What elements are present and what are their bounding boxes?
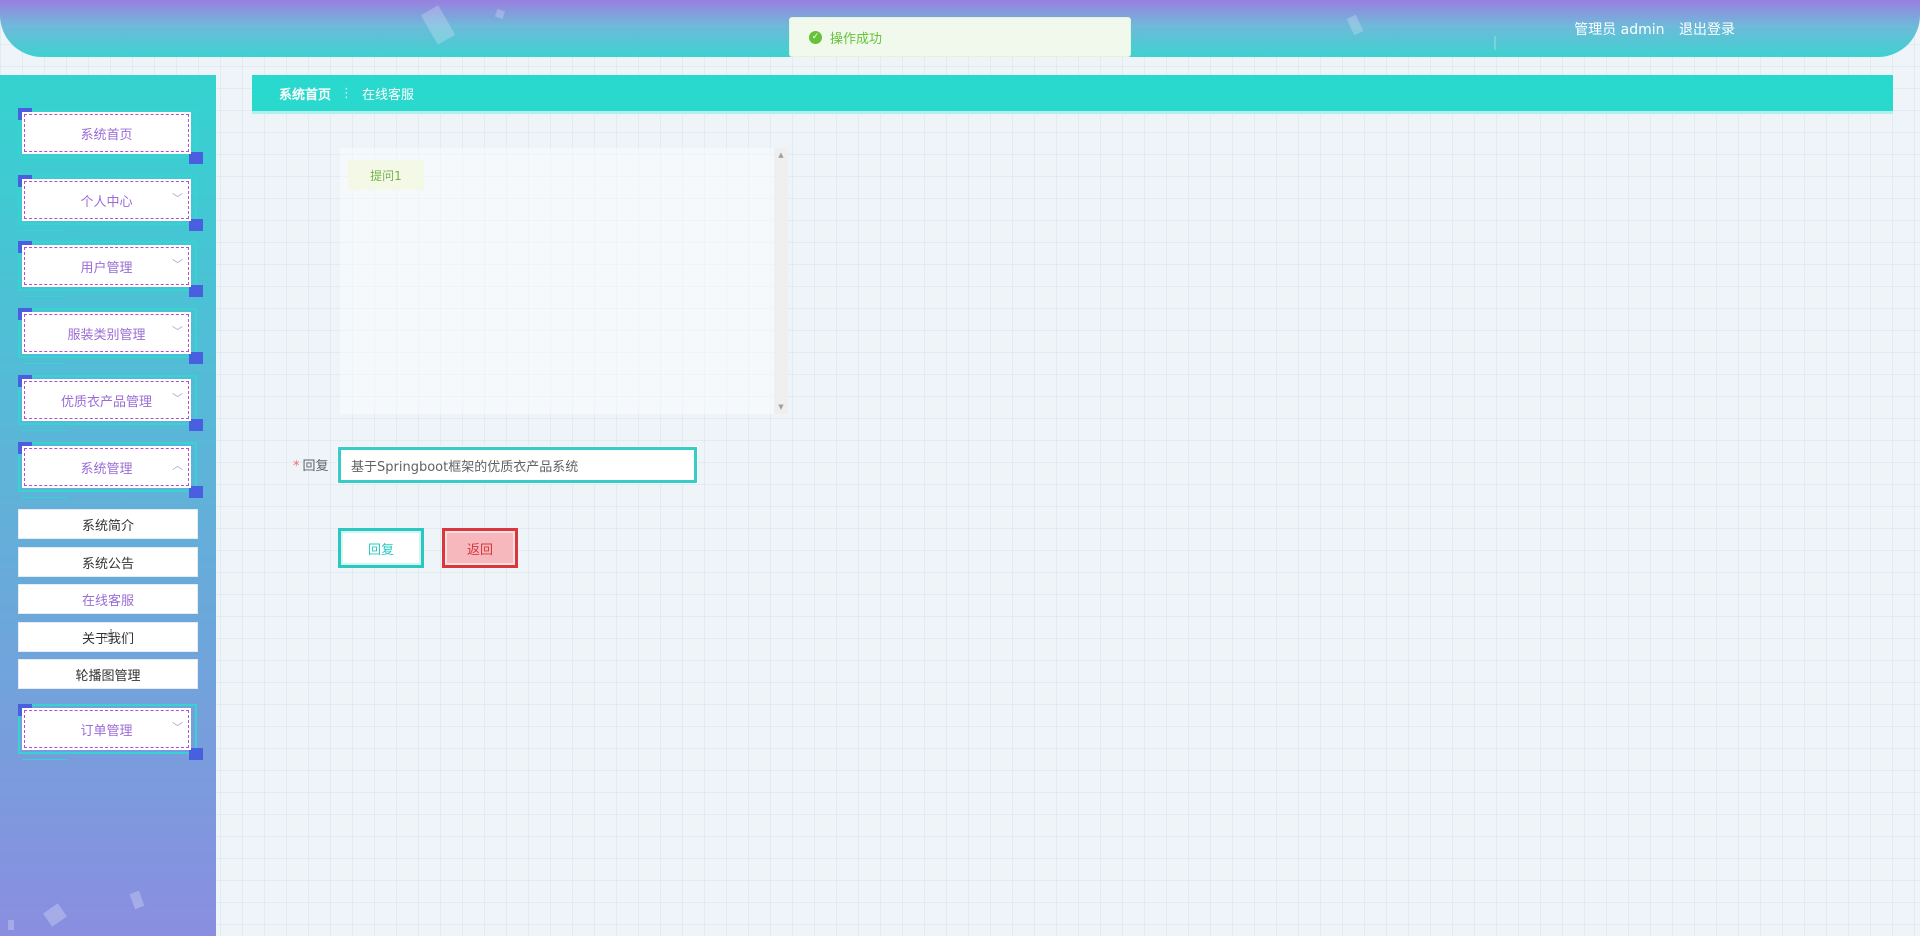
menu-corner: [189, 285, 203, 297]
menu-corner: [189, 419, 203, 431]
menu-label: 系统管理: [80, 461, 133, 477]
sidebar: 系统首页 个人中心 ﹀ 用户管理 ﹀ 服装类别管理 ﹀ 优质衣产品管理 ﹀ 系统…: [0, 75, 216, 936]
chat-message: 提问1: [348, 160, 424, 190]
reply-button[interactable]: 回复: [338, 528, 424, 568]
menu-inner: 用户管理: [22, 245, 191, 287]
menu-label: 优质衣产品管理: [60, 394, 152, 410]
submenu-label: 系统简介: [81, 518, 134, 534]
menu-label: 服装类别管理: [67, 327, 146, 343]
menu-label: 系统首页: [80, 127, 133, 143]
menu-label: 个人中心: [80, 194, 133, 210]
menu-corner: [189, 748, 203, 760]
menu-corner: [189, 219, 203, 231]
scroll-up-icon[interactable]: ▲: [774, 151, 788, 159]
required-mark: *: [293, 459, 300, 474]
menu-item-clothing-category[interactable]: 服装类别管理 ﹀: [18, 308, 203, 364]
chevron-down-icon: ﹀: [172, 721, 183, 734]
menu-tail: [22, 230, 67, 231]
chevron-up-icon: ︿: [172, 459, 183, 472]
menu-tail: [22, 363, 67, 364]
menu-corner: [189, 352, 203, 364]
submenu-label: 系统公告: [81, 556, 134, 572]
menu-inner: 服装类别管理: [22, 312, 191, 354]
menu-item-user-management[interactable]: 用户管理 ﹀: [18, 241, 203, 297]
chat-history[interactable]: 提问1 ▲ ▼: [340, 148, 788, 414]
breadcrumb: 系统首页 ⋮ 在线客服: [252, 75, 1893, 114]
menu-item-product-management[interactable]: 优质衣产品管理 ﹀: [18, 375, 203, 431]
submenu-system-intro[interactable]: 系统简介: [18, 509, 198, 539]
menu-corner: [189, 152, 203, 164]
reply-label-text: 回复: [302, 459, 329, 474]
menu-inner: 订单管理: [22, 708, 191, 750]
breadcrumb-separator: ⋮: [340, 85, 354, 101]
back-button[interactable]: 返回: [442, 528, 518, 568]
submenu-label: 轮播图管理: [75, 668, 141, 684]
check-circle-icon: ✓: [809, 30, 822, 44]
admin-user-label: 管理员 admin: [1574, 22, 1665, 38]
chevron-down-icon: ﹀: [172, 325, 183, 338]
menu-item-personal-center[interactable]: 个人中心 ﹀: [18, 175, 203, 231]
chevron-down-icon: ﹀: [172, 392, 183, 405]
breadcrumb-home[interactable]: 系统首页: [279, 84, 331, 103]
submenu-carousel-management[interactable]: 轮播图管理: [18, 659, 198, 689]
menu-tail: [22, 296, 67, 297]
menu-label: 订单管理: [80, 723, 133, 739]
menu-corner: [189, 486, 203, 498]
header-decoration: [1346, 14, 1364, 36]
menu-item-home[interactable]: 系统首页: [18, 108, 203, 164]
breadcrumb-current: 在线客服: [362, 87, 415, 103]
menu-inner: 系统管理: [22, 446, 191, 488]
menu-tail: [22, 430, 67, 431]
header-decoration: [494, 8, 506, 20]
scroll-down-icon[interactable]: ▼: [774, 403, 788, 411]
chevron-down-icon: ﹀: [172, 258, 183, 271]
success-toast: ✓ 操作成功: [789, 17, 1131, 57]
menu-label: 用户管理: [80, 260, 133, 276]
sidebar-decoration: [129, 890, 145, 910]
user-area: 管理员 admin 退出登录: [1574, 19, 1735, 39]
chevron-down-icon: ﹀: [172, 192, 183, 205]
menu-inner: 优质衣产品管理: [22, 379, 191, 421]
menu-tail: [22, 497, 67, 498]
header-decoration: [1494, 36, 1496, 50]
menu-tail: [22, 163, 67, 164]
menu-tail: [22, 759, 67, 760]
logout-link[interactable]: 退出登录: [1679, 22, 1735, 38]
reply-input[interactable]: [337, 446, 698, 484]
submenu-system-notice[interactable]: 系统公告: [18, 547, 198, 577]
chat-scrollbar[interactable]: ▲ ▼: [774, 148, 788, 414]
menu-inner: 系统首页: [22, 112, 191, 154]
submenu-label: 在线客服: [81, 593, 134, 609]
pointer-hand-icon: ☝: [103, 626, 114, 647]
submenu-online-service[interactable]: 在线客服: [18, 584, 198, 614]
menu-item-order-management[interactable]: 订单管理 ﹀: [18, 704, 203, 760]
sidebar-decoration: [43, 903, 67, 927]
reply-field-label: * 回复: [293, 455, 329, 474]
menu-inner: 个人中心: [22, 179, 191, 221]
menu-item-system-management[interactable]: 系统管理 ︿: [18, 442, 203, 498]
header-decoration: [420, 5, 456, 45]
toast-message: 操作成功: [830, 31, 883, 47]
sidebar-decoration: [8, 920, 14, 930]
